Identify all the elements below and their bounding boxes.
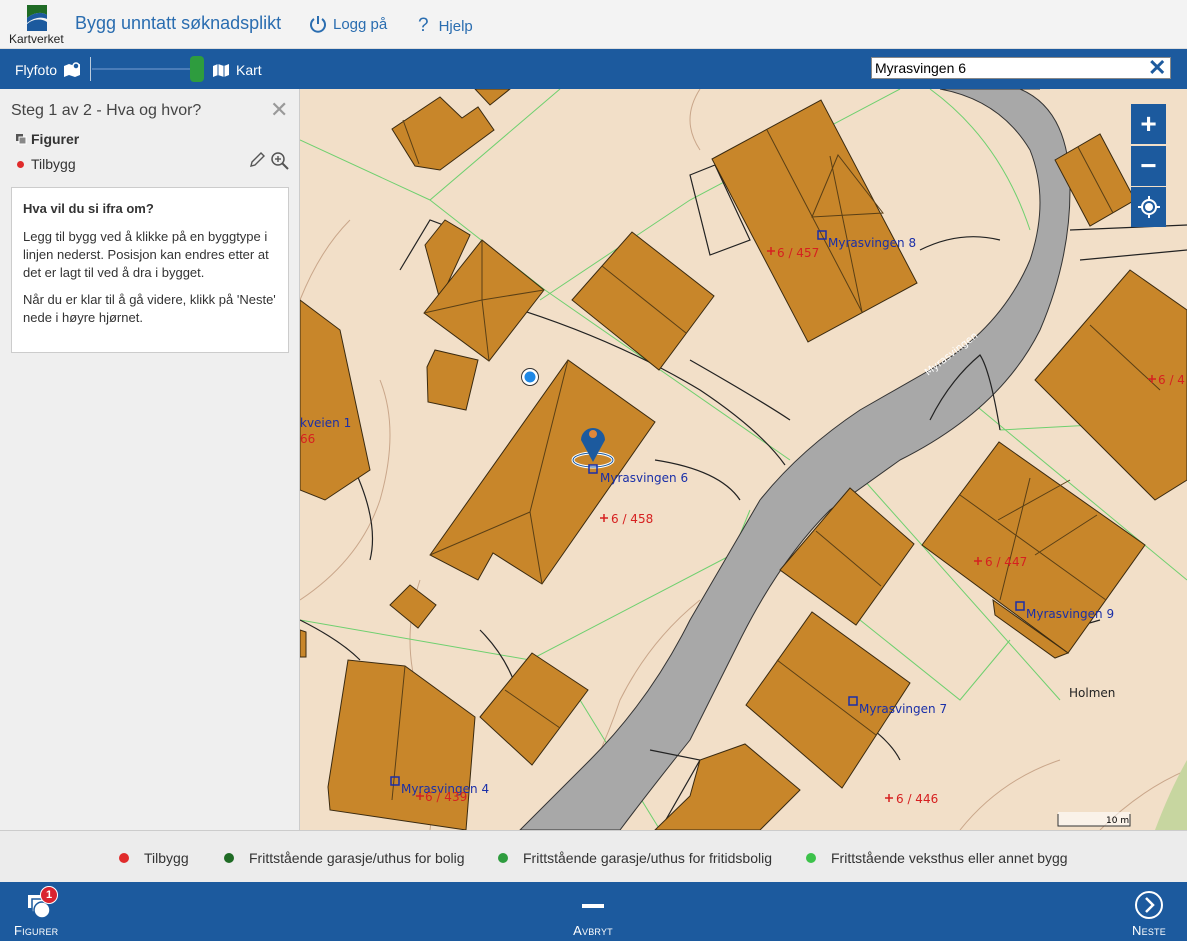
light-green-dot-icon — [806, 853, 816, 863]
legend-item-tilbygg[interactable]: Tilbygg — [119, 850, 189, 866]
close-icon[interactable]: ✕ — [270, 97, 288, 123]
green-area — [1155, 760, 1187, 830]
parcel-label-457: 6 / 457 — [777, 246, 819, 260]
chevron-right-circle-icon — [1135, 891, 1163, 919]
gps-location-icon — [521, 368, 539, 386]
address-label-8: Myrasvingen 8 — [828, 236, 916, 250]
layers-icon — [16, 134, 27, 145]
neste-button[interactable]: Neste — [1132, 890, 1166, 938]
address-label-6: Myrasvingen 6 — [600, 471, 688, 485]
power-icon — [310, 16, 326, 33]
parcel-label-4: 6 / 4 — [1158, 373, 1185, 387]
parcel-label-458: 6 / 458 — [611, 512, 653, 526]
figures-heading-label: Figurer — [31, 131, 80, 147]
green-dot-icon — [498, 853, 508, 863]
search-input[interactable] — [871, 57, 1171, 79]
sidebar: Steg 1 av 2 - Hva og hvor? ✕ Figurer Til… — [0, 89, 300, 830]
legend-label: Frittstående garasje/uthus for fritidsbo… — [523, 850, 773, 866]
clear-search-icon[interactable]: ✕ — [1148, 55, 1166, 81]
red-dot-icon — [17, 160, 24, 168]
info-box: Hva vil du si ifra om? Legg til bygg ved… — [11, 187, 289, 353]
figure-item-tilbygg[interactable]: Tilbygg — [17, 156, 76, 172]
map-icon — [213, 64, 229, 77]
parcel-label-439: 6 / 439 — [425, 790, 467, 804]
neste-label: Neste — [1132, 923, 1166, 938]
slider-divider — [90, 57, 91, 81]
app-title[interactable]: Bygg unntatt søknadsplikt — [75, 13, 281, 34]
layer-slider-handle[interactable] — [190, 56, 204, 82]
parcel-label-447: 6 / 447 — [985, 555, 1027, 569]
bottom-bar: Figurer 1 Avbryt Neste — [0, 882, 1187, 941]
info-paragraph-1: Legg til bygg ved å klikke på en byggtyp… — [23, 229, 269, 280]
layer-slider-track[interactable] — [92, 68, 204, 70]
top-bar: Kartverket Bygg unntatt søknadsplikt Log… — [0, 0, 1187, 49]
figures-heading: Figurer — [15, 131, 79, 147]
crosshair-icon — [1137, 196, 1160, 218]
login-link[interactable]: Logg på — [309, 15, 387, 33]
legend-label: Tilbygg — [144, 850, 189, 866]
legend-item-veksthus[interactable]: Frittstående veksthus eller annet bygg — [806, 850, 1068, 866]
minus-icon — [582, 904, 604, 908]
dark-green-dot-icon — [224, 853, 234, 863]
map-canvas[interactable]: Myrasvingen 6 Myrasvingen 8 Myrasvingen … — [300, 89, 1187, 830]
figurer-label: Figurer — [14, 923, 59, 938]
step-title: Steg 1 av 2 - Hva og hvor? — [11, 102, 202, 119]
info-paragraph-2: Når du er klar til å gå videre, klikk på… — [23, 292, 276, 325]
pencil-icon[interactable] — [248, 151, 266, 169]
help-label: Hjelp — [438, 17, 473, 35]
avbryt-label: Avbryt — [573, 923, 613, 938]
legend-label: Frittstående veksthus eller annet bygg — [831, 850, 1068, 866]
address-label-9: Myrasvingen 9 — [1026, 607, 1114, 621]
aerial-map-icon — [64, 62, 81, 77]
info-title: Hva vil du si ifra om? — [23, 201, 154, 216]
logo-text: Kartverket — [9, 32, 64, 46]
legend-label: Frittstående garasje/uthus for bolig — [249, 850, 465, 866]
scale-label: 10 m — [1106, 816, 1129, 826]
red-dot-icon — [119, 853, 129, 863]
flyfoto-label: Flyfoto — [15, 62, 58, 78]
kart-toggle[interactable]: Kart — [212, 62, 262, 78]
figures-count-badge: 1 — [40, 886, 58, 904]
figure-item-tools — [248, 151, 290, 171]
flyfoto-toggle[interactable]: Flyfoto — [15, 62, 81, 78]
avbryt-button[interactable]: Avbryt — [571, 890, 615, 938]
legend-item-garage-fritid[interactable]: Frittstående garasje/uthus for fritidsbo… — [498, 850, 772, 866]
scale-bar: 10 m — [1057, 812, 1131, 827]
zoom-out-button[interactable]: − — [1131, 146, 1166, 186]
login-label: Logg på — [333, 15, 388, 33]
map-svg: Myrasvingen 6 Myrasvingen 8 Myrasvingen … — [300, 89, 1187, 830]
parcel-label-66: 66 — [300, 432, 315, 446]
legend-item-garage-bolig[interactable]: Frittstående garasje/uthus for bolig — [224, 850, 465, 866]
address-label-kveien: kveien 1 — [300, 416, 351, 430]
kart-label: Kart — [236, 62, 262, 78]
zoom-to-icon[interactable] — [270, 151, 290, 171]
address-label-7: Myrasvingen 7 — [859, 702, 947, 716]
zoom-in-button[interactable]: + — [1131, 104, 1166, 144]
figure-item-label: Tilbygg — [31, 156, 76, 172]
help-link[interactable]: ? Hjelp — [418, 15, 473, 37]
parcel-label-446: 6 / 446 — [896, 792, 938, 806]
building-type-legend: Tilbygg Frittstående garasje/uthus for b… — [0, 830, 1187, 882]
place-label-holmen: Holmen — [1069, 686, 1115, 700]
question-icon: ? — [418, 15, 429, 36]
locate-me-button[interactable] — [1131, 187, 1166, 227]
